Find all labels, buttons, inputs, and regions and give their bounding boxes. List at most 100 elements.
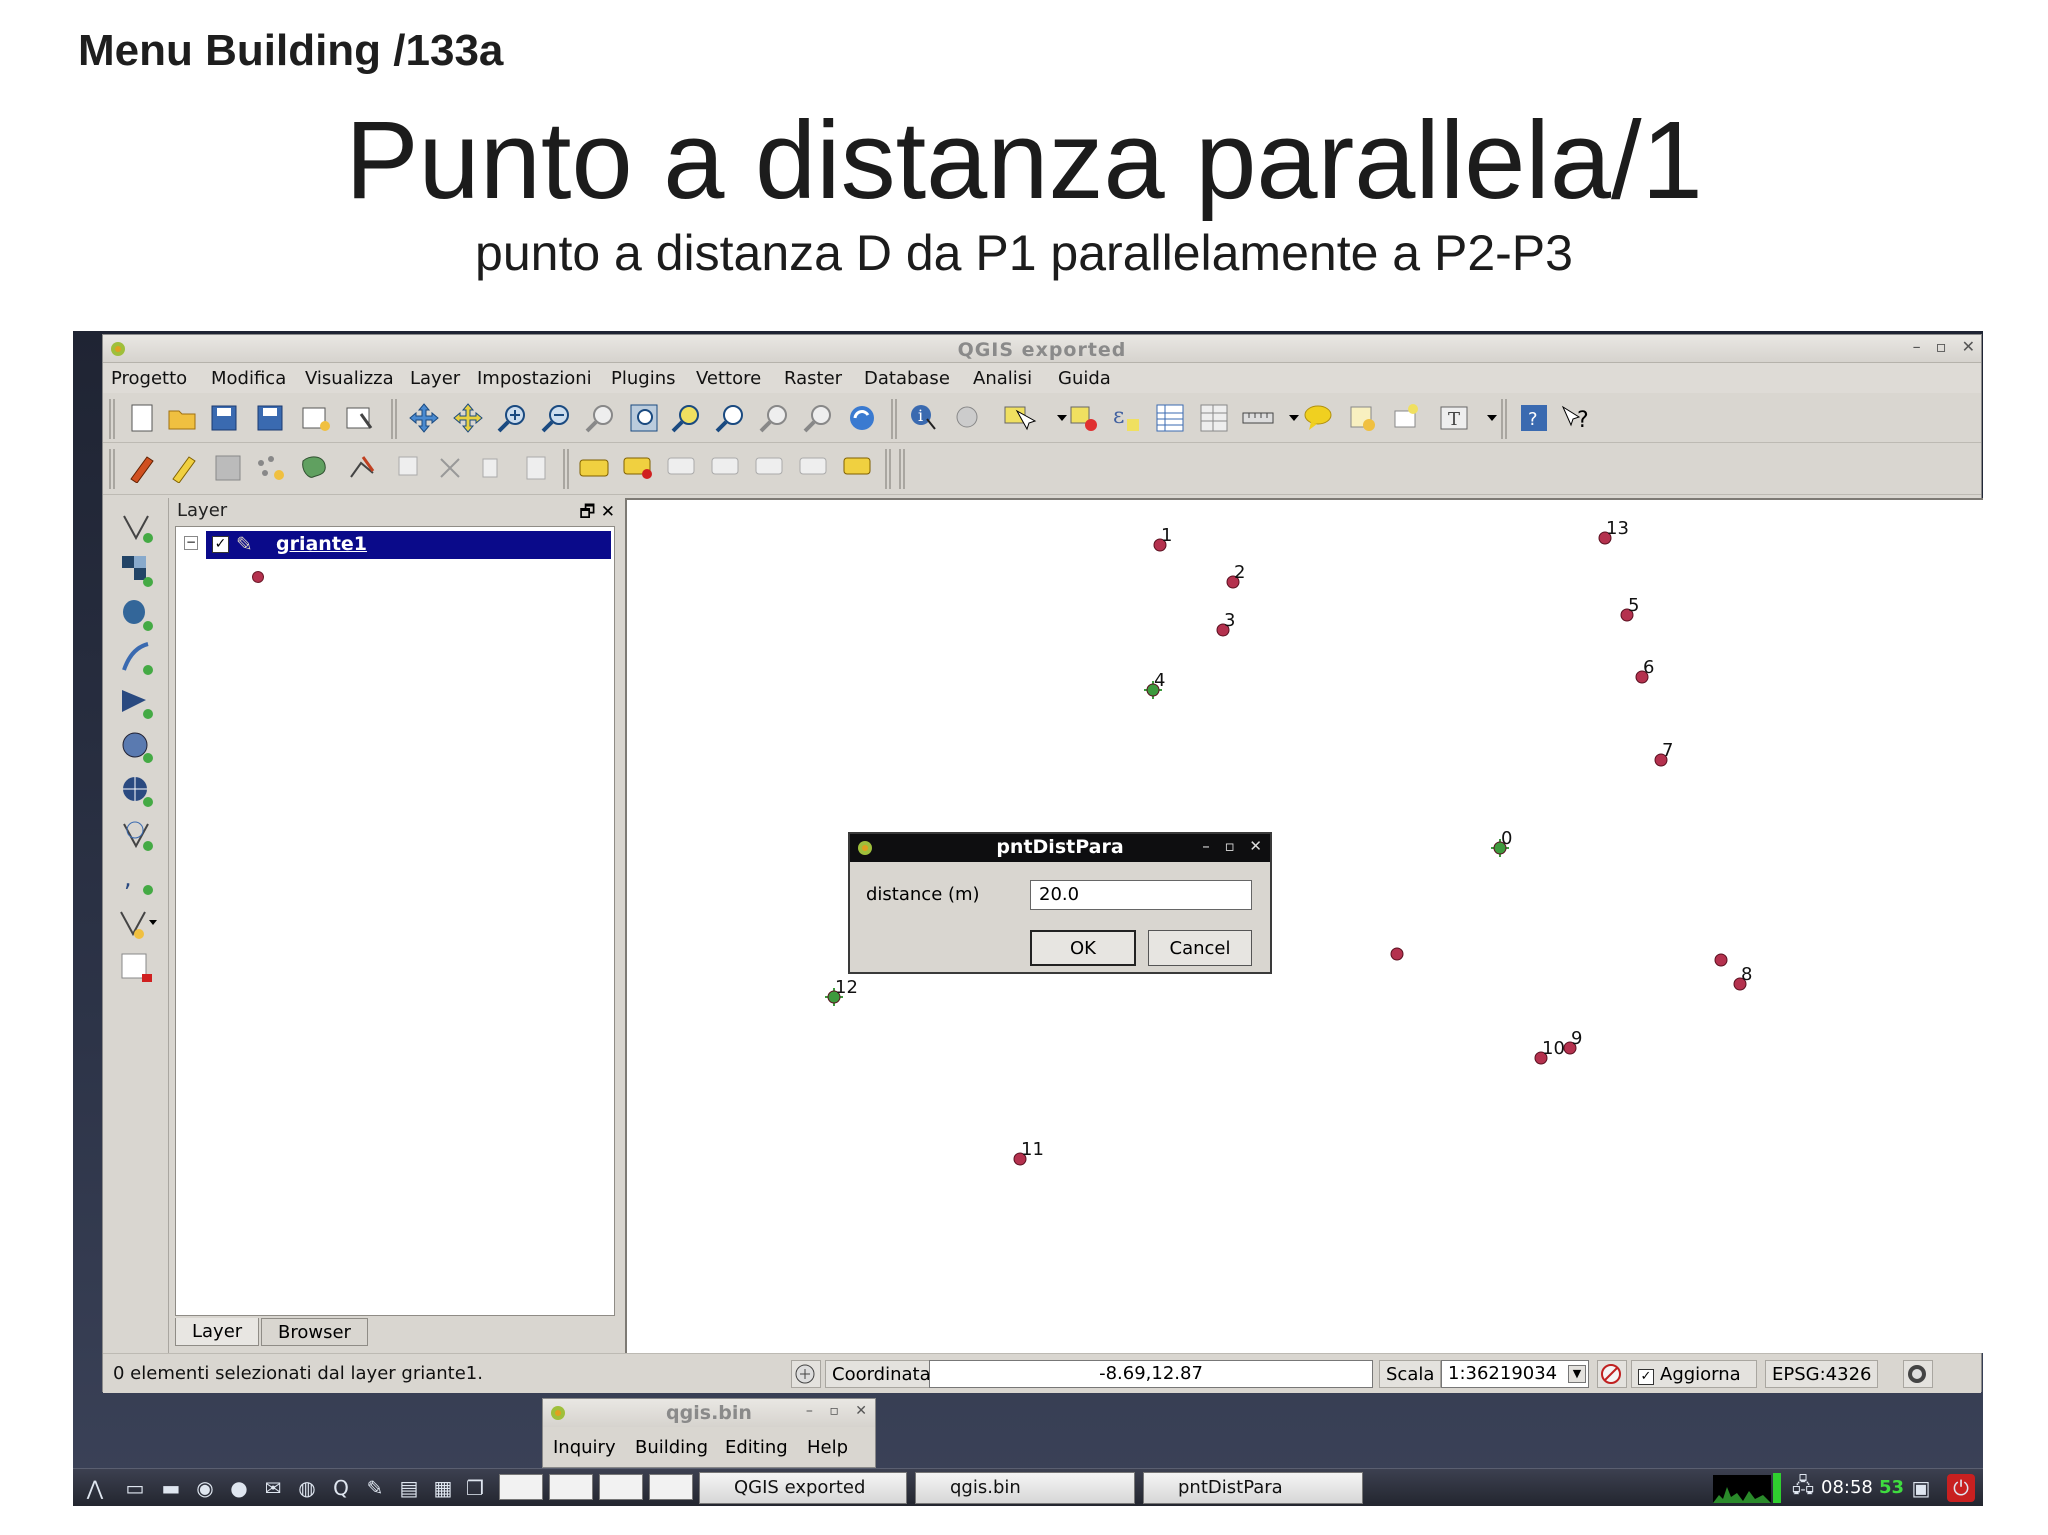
window-titlebar[interactable]: QGIS exported – ▫ ✕: [103, 335, 1981, 363]
map-point[interactable]: 13: [1598, 518, 1629, 545]
map-point[interactable]: 10: [1534, 1038, 1565, 1065]
toolbar-grip[interactable]: [885, 449, 891, 489]
spreadsheet-icon[interactable]: ▦: [429, 1474, 457, 1502]
dialog-maximize-icon[interactable]: ▫: [1224, 837, 1234, 855]
map-point[interactable]: 3: [1216, 610, 1235, 637]
add-vector-layer-icon[interactable]: [117, 508, 157, 546]
menu-vettore[interactable]: Vettore: [696, 368, 761, 389]
windows-icon[interactable]: ❐: [461, 1474, 489, 1502]
toggle-editing-icon[interactable]: [167, 451, 201, 485]
zoom-in-icon[interactable]: [495, 401, 529, 435]
save-project-icon[interactable]: [207, 401, 241, 435]
attribute-table-icon[interactable]: [1153, 401, 1187, 435]
deselect-icon[interactable]: [1067, 401, 1101, 435]
add-delimited-text-icon[interactable]: ,: [117, 860, 157, 898]
ok-button[interactable]: OK: [1030, 930, 1136, 966]
open-project-icon[interactable]: [165, 401, 199, 435]
identify-icon[interactable]: i: [907, 401, 941, 435]
messages-icon[interactable]: [1903, 1360, 1933, 1388]
zoom-last-icon[interactable]: [757, 401, 791, 435]
menu-guida[interactable]: Guida: [1058, 368, 1111, 389]
dialog-minimize-icon[interactable]: –: [1202, 837, 1210, 855]
menu-plugins[interactable]: Plugins: [611, 368, 675, 389]
menu-help[interactable]: Help: [807, 1437, 848, 1458]
remove-layer-icon[interactable]: [117, 950, 157, 988]
qgis-launcher-icon[interactable]: Q: [327, 1474, 355, 1502]
toolbar-grip[interactable]: [1501, 399, 1507, 439]
workspace-2[interactable]: [549, 1474, 593, 1500]
add-mssql-layer-icon[interactable]: [117, 684, 157, 722]
move-label-icon[interactable]: [709, 451, 743, 485]
tab-layer[interactable]: Layer: [175, 1318, 260, 1346]
new-project-icon[interactable]: [125, 401, 159, 435]
add-postgis-layer-icon[interactable]: [117, 596, 157, 634]
chevron-down-icon[interactable]: ▼: [1568, 1365, 1586, 1383]
map-tips-icon[interactable]: [1301, 401, 1335, 435]
mail-icon[interactable]: ✉: [259, 1474, 287, 1502]
workspace-3[interactable]: [599, 1474, 643, 1500]
minimize-icon[interactable]: –: [1913, 337, 1921, 356]
coordinate-toggle-icon[interactable]: [791, 1360, 821, 1388]
qgis-bin-close-icon[interactable]: ✕: [855, 1403, 867, 1419]
map-point[interactable]: 0: [1491, 828, 1512, 857]
coordinate-field[interactable]: -8.69,12.87: [929, 1360, 1373, 1388]
show-desktop-icon[interactable]: ▭: [121, 1474, 149, 1502]
workspace-4[interactable]: [649, 1474, 693, 1500]
maximize-icon[interactable]: ▫: [1936, 337, 1947, 356]
writer-icon[interactable]: ▤: [395, 1474, 423, 1502]
map-point[interactable]: 8: [1733, 964, 1752, 991]
close-panel-icon[interactable]: ✕: [601, 502, 615, 522]
layer-visibility-checkbox[interactable]: ✓: [212, 536, 229, 553]
map-point[interactable]: [1714, 953, 1728, 967]
network-app-icon[interactable]: ◍: [293, 1474, 321, 1502]
toolbar-grip[interactable]: [109, 449, 115, 489]
text-annotation-icon[interactable]: T: [1439, 401, 1473, 435]
menu-inquiry[interactable]: Inquiry: [553, 1437, 616, 1458]
file-manager-icon[interactable]: ◉: [191, 1474, 219, 1502]
map-canvas[interactable]: 1 2 3 4 13 5 6 7 0 8 12 10 9 11: [625, 498, 1983, 1353]
pan-to-selection-icon[interactable]: [451, 401, 485, 435]
toolbar-grip[interactable]: [109, 399, 115, 439]
add-spatialite-layer-icon[interactable]: [117, 640, 157, 678]
layer-item-griante1[interactable]: ✓ ✎ griante1: [206, 531, 611, 559]
toolbar-grip[interactable]: [391, 399, 397, 439]
help-contents-icon[interactable]: ?: [1517, 401, 1551, 435]
start-menu-icon[interactable]: ⋀: [81, 1474, 109, 1502]
new-layer-icon[interactable]: [117, 904, 157, 942]
tab-browser[interactable]: Browser: [261, 1318, 368, 1346]
map-points-layer[interactable]: 123413567081210 911: [627, 500, 1983, 1353]
python-app-icon[interactable]: ✎: [361, 1474, 389, 1502]
expression-select-icon[interactable]: ε: [1109, 401, 1143, 435]
collapse-icon[interactable]: −: [184, 536, 198, 550]
rotate-label-icon[interactable]: [753, 451, 787, 485]
add-raster-layer-icon[interactable]: [117, 552, 157, 590]
paste-features-icon[interactable]: [519, 451, 553, 485]
epsg-label[interactable]: EPSG:4326: [1765, 1360, 1879, 1388]
map-point[interactable]: 12: [825, 977, 858, 1006]
menu-analisi[interactable]: Analisi: [973, 368, 1032, 389]
menu-modifica[interactable]: Modifica: [211, 368, 286, 389]
measure-icon[interactable]: [1241, 401, 1275, 435]
zoom-selection-icon[interactable]: [669, 401, 703, 435]
zoom-out-icon[interactable]: [539, 401, 573, 435]
map-point[interactable]: 4: [1144, 670, 1165, 699]
select-features-icon[interactable]: [1003, 401, 1037, 435]
action-icon[interactable]: [951, 401, 985, 435]
undock-icon[interactable]: 🗗: [579, 502, 595, 522]
close-icon[interactable]: ✕: [1962, 337, 1975, 356]
render-toggle[interactable]: ✓ Aggiorna: [1631, 1360, 1757, 1388]
dialog-close-icon[interactable]: ✕: [1249, 837, 1262, 855]
menu-building[interactable]: Building: [635, 1437, 708, 1458]
map-point[interactable]: 5: [1620, 595, 1639, 622]
label-properties-icon[interactable]: [841, 451, 875, 485]
menu-visualizza[interactable]: Visualizza: [305, 368, 394, 389]
toolbar-grip[interactable]: [891, 399, 897, 439]
show-hide-labels-icon[interactable]: [665, 451, 699, 485]
pin-labels-icon[interactable]: [621, 451, 655, 485]
zoom-layer-icon[interactable]: [713, 401, 747, 435]
menu-impostazioni[interactable]: Impostazioni: [477, 368, 592, 389]
composer-manager-icon[interactable]: [343, 401, 377, 435]
field-calculator-icon[interactable]: [1197, 401, 1231, 435]
cut-features-icon[interactable]: [433, 451, 467, 485]
distance-input[interactable]: 20.0: [1030, 880, 1252, 910]
